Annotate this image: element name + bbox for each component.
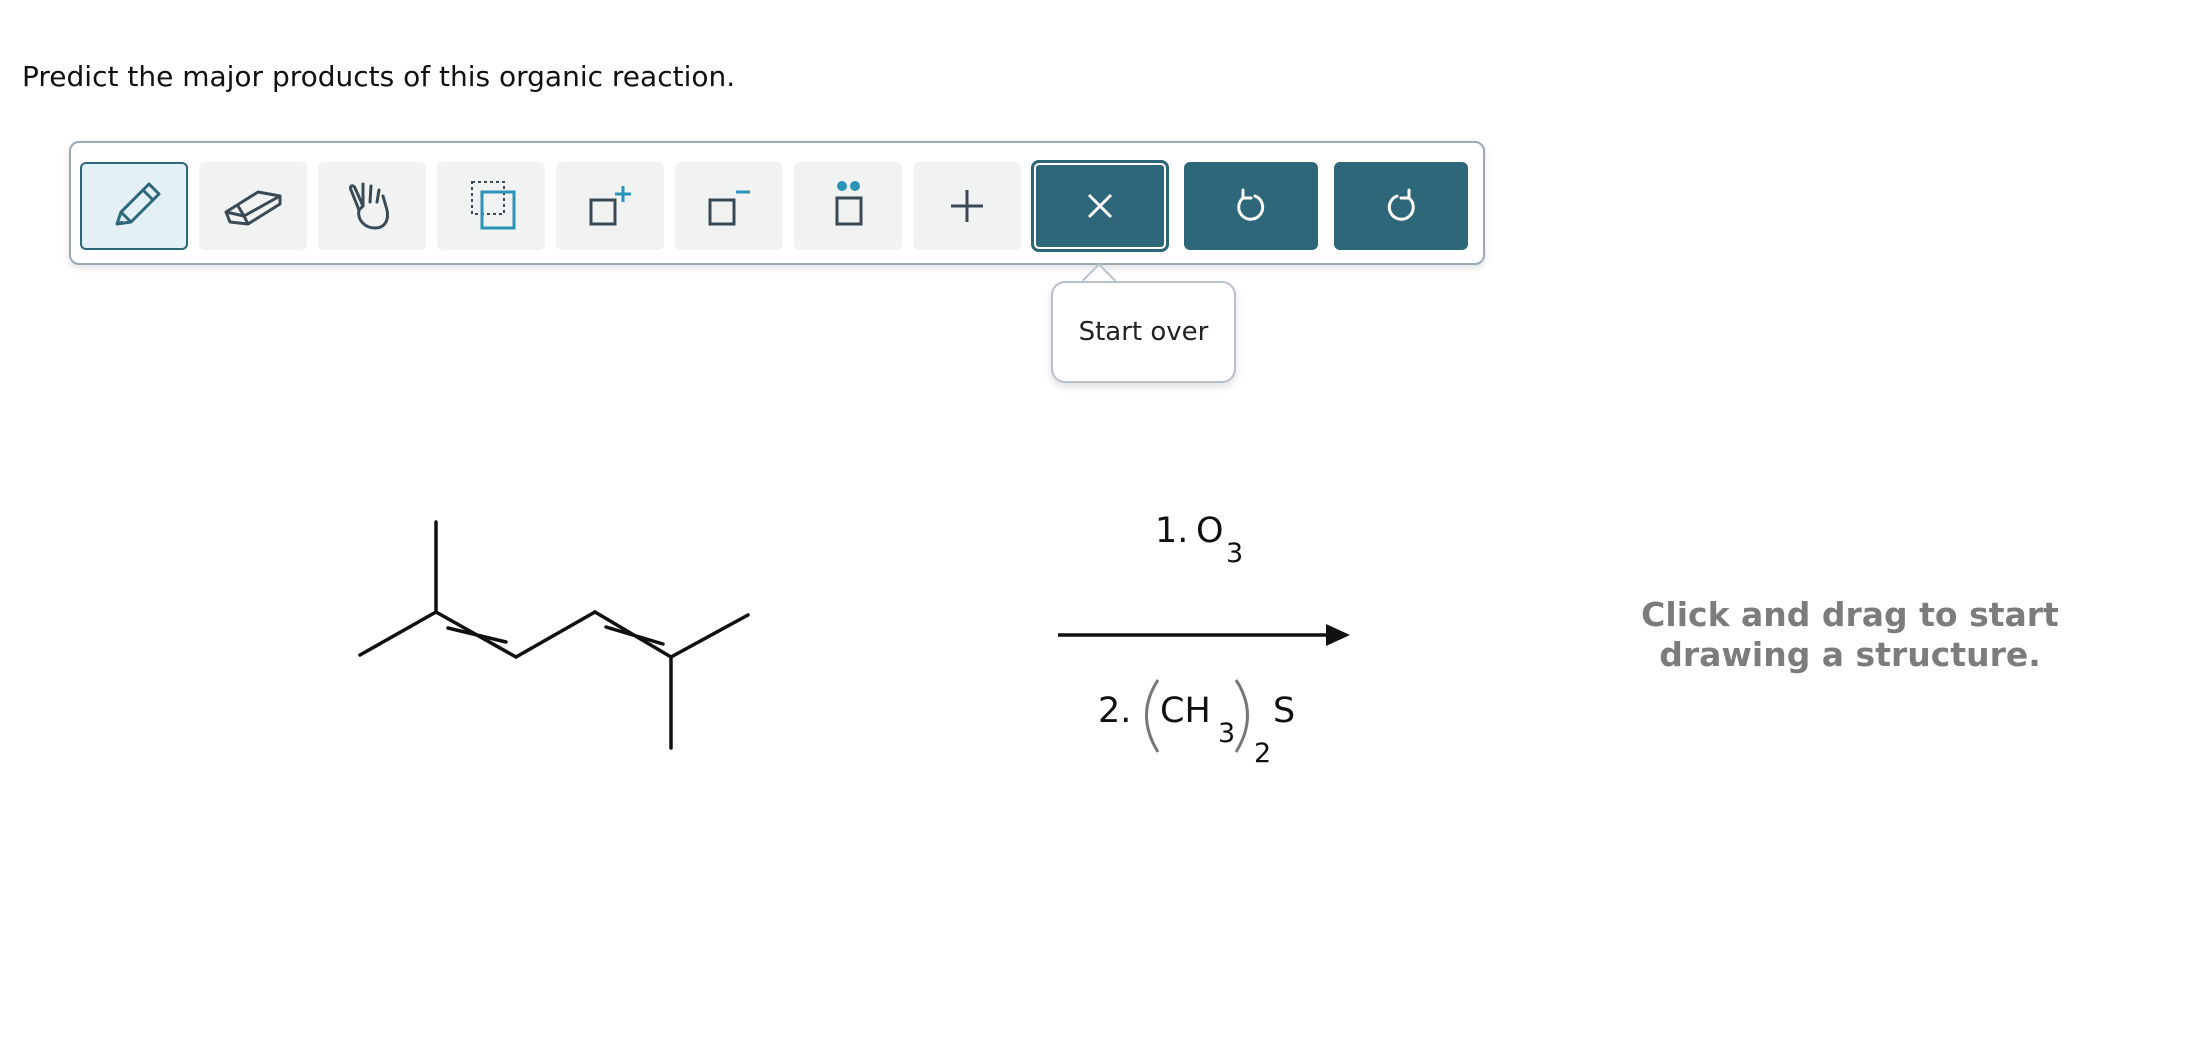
reagent-step-1: 1. O 3 [1155, 511, 1243, 569]
step2-reagent: CH [1160, 691, 1211, 731]
step2-number: 2. [1098, 691, 1131, 731]
hint-line-2: drawing a structure. [1659, 635, 2041, 674]
step2-tail: S [1273, 691, 1295, 731]
step1-reagent: O [1196, 511, 1224, 551]
drawing-hint: Click and drag to start drawing a struct… [1600, 595, 2100, 675]
reactant-molecule [358, 520, 750, 750]
step2-inner-subscript: 3 [1218, 718, 1235, 749]
step1-number: 1. [1155, 511, 1188, 551]
step2-outer-subscript: 2 [1254, 738, 1271, 769]
reaction-canvas[interactable]: 1. O 3 2. CH 3 2 S [0, 0, 2208, 1052]
right-parenthesis [1234, 679, 1249, 753]
left-parenthesis [1145, 679, 1160, 753]
reagent-step-2: 2. CH 3 2 S [1098, 679, 1295, 769]
hint-line-1: Click and drag to start [1641, 595, 2059, 634]
step1-subscript: 3 [1226, 538, 1243, 569]
reaction-arrow [1058, 624, 1350, 646]
